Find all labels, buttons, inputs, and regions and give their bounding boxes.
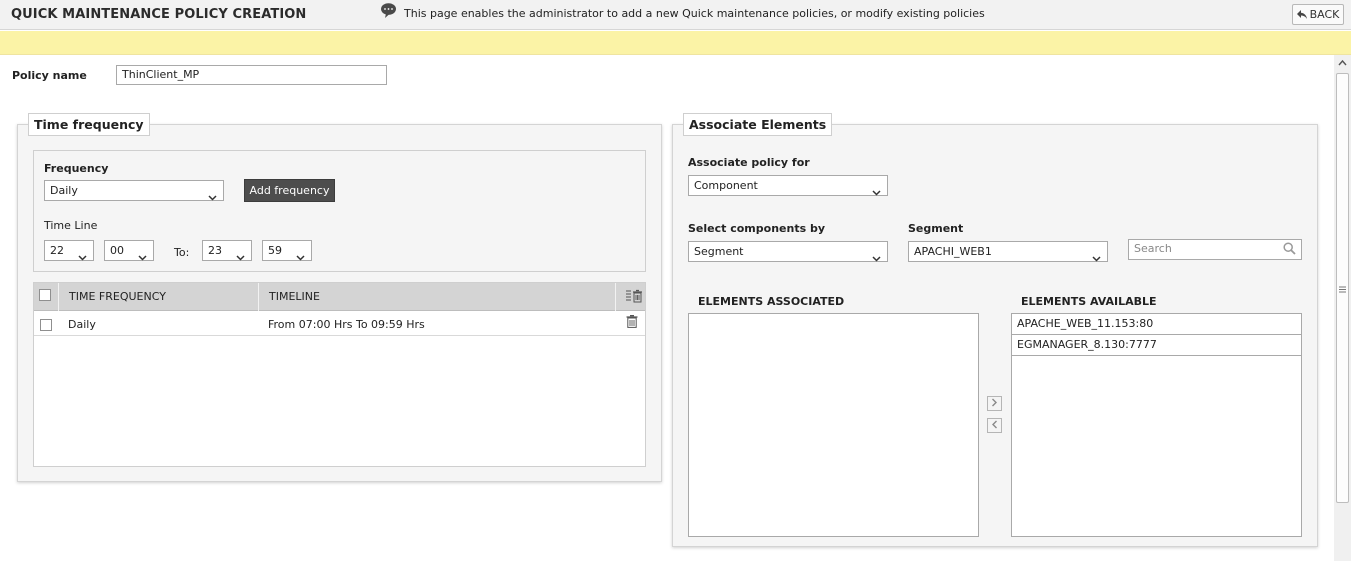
column-header-timeline: TIMELINE <box>269 290 320 303</box>
to-label: To: <box>174 246 190 259</box>
elements-available-list[interactable]: APACHE_WEB_11.153:80 EGMANAGER_8.130:777… <box>1011 313 1302 537</box>
banner-text: This page enables the administrator to a… <box>404 7 985 20</box>
policy-name-label: Policy name <box>12 69 87 82</box>
chevron-down-icon <box>1092 249 1101 268</box>
delete-row-icon[interactable] <box>626 315 638 331</box>
time-frequency-legend: Time frequency <box>28 113 150 136</box>
row-frequency: Daily <box>68 318 96 331</box>
time-line-label: Time Line <box>44 219 98 232</box>
associate-policy-for-value: Component <box>694 179 758 192</box>
add-frequency-button[interactable]: Add frequency <box>244 179 335 202</box>
page-title: QUICK MAINTENANCE POLICY CREATION <box>11 7 307 22</box>
list-item[interactable]: EGMANAGER_8.130:7777 <box>1012 335 1301 356</box>
from-minute-value: 00 <box>110 244 124 257</box>
select-components-by-value: Segment <box>694 245 744 258</box>
from-minute-select[interactable]: 00 <box>104 240 154 261</box>
back-arrow-icon <box>1296 10 1307 19</box>
to-minute-value: 59 <box>268 244 282 257</box>
search-icon[interactable] <box>1283 242 1296 258</box>
elements-associated-list[interactable] <box>688 313 979 537</box>
segment-value: APACHI_WEB1 <box>914 245 992 258</box>
elements-available-header: ELEMENTS AVAILABLE <box>1021 295 1157 308</box>
move-right-button[interactable] <box>987 396 1002 411</box>
back-button[interactable]: BACK <box>1292 4 1344 25</box>
row-separator <box>34 335 645 336</box>
chevron-down-icon <box>236 248 245 267</box>
to-hour-select[interactable]: 23 <box>202 240 252 261</box>
from-hour-select[interactable]: 22 <box>44 240 94 261</box>
associate-policy-for-select[interactable]: Component <box>688 175 888 196</box>
search-input[interactable]: Search <box>1128 239 1302 260</box>
back-label: BACK <box>1309 8 1340 21</box>
frequency-value: Daily <box>50 184 78 197</box>
info-banner <box>0 31 1351 55</box>
column-divider <box>258 283 259 311</box>
associate-policy-for-label: Associate policy for <box>688 156 810 169</box>
list-item[interactable]: APACHE_WEB_11.153:80 <box>1012 314 1301 335</box>
column-divider <box>615 283 616 311</box>
segment-label: Segment <box>908 222 964 235</box>
chevron-right-icon <box>991 397 998 410</box>
select-components-by-select[interactable]: Segment <box>688 241 888 262</box>
to-minute-select[interactable]: 59 <box>262 240 312 261</box>
elements-associated-header: ELEMENTS ASSOCIATED <box>698 295 845 308</box>
frequency-select[interactable]: Daily <box>44 180 224 201</box>
scroll-up-icon[interactable] <box>1336 58 1349 71</box>
speech-bubble-icon <box>380 2 397 22</box>
chevron-down-icon <box>208 188 217 207</box>
select-all-checkbox[interactable] <box>39 289 51 301</box>
frequency-label: Frequency <box>44 162 109 175</box>
row-checkbox[interactable] <box>40 319 52 331</box>
column-header-time-frequency: TIME FREQUENCY <box>69 290 166 303</box>
from-hour-value: 22 <box>50 244 64 257</box>
policy-name-input[interactable]: ThinClient_MP <box>116 65 387 85</box>
associate-elements-legend: Associate Elements <box>683 113 833 136</box>
chevron-down-icon <box>872 183 881 202</box>
chevron-down-icon <box>78 248 87 267</box>
delete-all-icon[interactable] <box>625 289 643 306</box>
row-timeline: From 07:00 Hrs To 09:59 Hrs <box>268 318 425 331</box>
select-components-by-label: Select components by <box>688 222 825 235</box>
chevron-down-icon <box>138 248 147 267</box>
chevron-down-icon <box>872 249 881 268</box>
search-placeholder: Search <box>1134 242 1172 255</box>
move-left-button[interactable] <box>987 418 1002 433</box>
to-hour-value: 23 <box>208 244 222 257</box>
segment-select[interactable]: APACHI_WEB1 <box>908 241 1108 262</box>
column-divider <box>58 283 59 311</box>
scroll-grip-icon <box>1338 283 1347 296</box>
chevron-down-icon <box>296 248 305 267</box>
chevron-left-icon <box>991 419 998 432</box>
